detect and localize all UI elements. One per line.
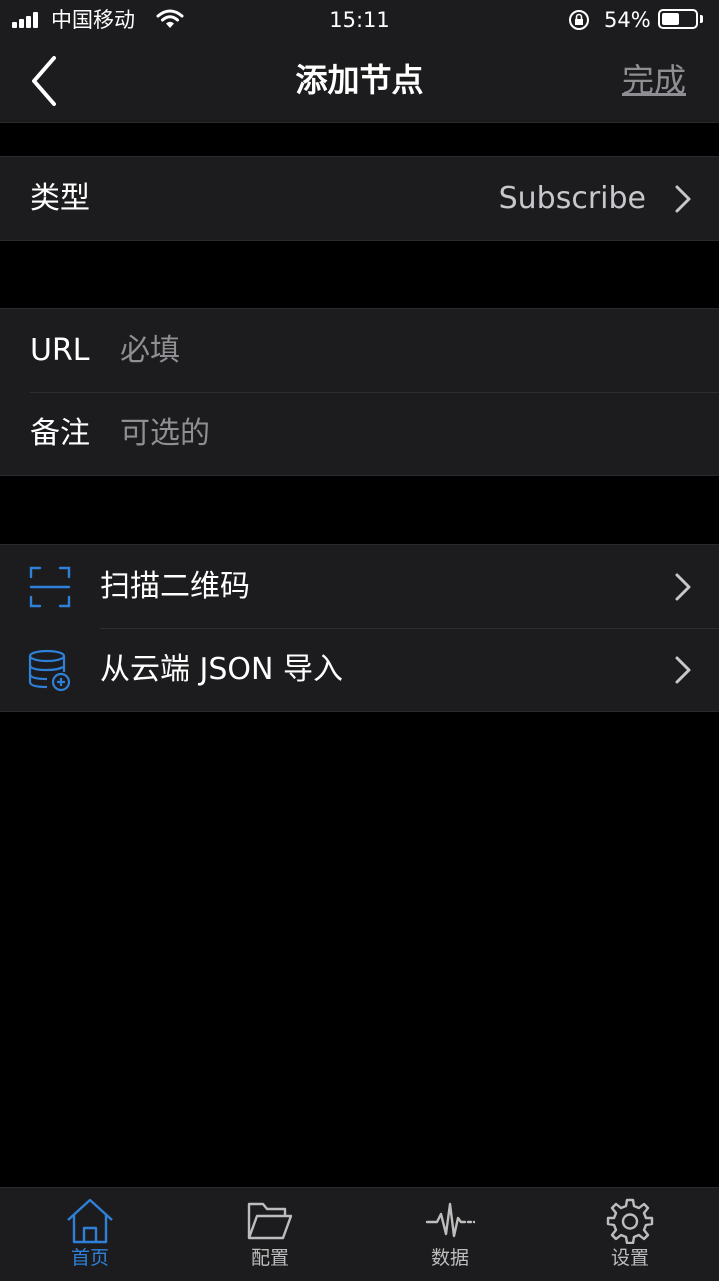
page-title: 添加节点 <box>295 61 424 99</box>
tab-label: 配置 <box>250 1247 289 1269</box>
remark-label: 备注 <box>30 416 90 451</box>
import-json-label: 从云端 JSON 导入 <box>100 652 344 687</box>
type-row[interactable]: 类型 Subscribe <box>0 157 719 240</box>
qr-scan-icon <box>29 566 71 608</box>
remark-input[interactable] <box>120 392 680 475</box>
tab-data[interactable]: 数据 <box>360 1188 540 1281</box>
battery-icon <box>658 9 698 29</box>
import-json-row[interactable]: 从云端 JSON 导入 <box>0 628 719 711</box>
tab-bar: 首页 配置 数据 设置 <box>0 1187 719 1281</box>
pulse-icon <box>425 1202 475 1238</box>
tab-config[interactable]: 配置 <box>180 1188 360 1281</box>
navigation-bar: 添加节点 完成 <box>0 40 719 123</box>
tab-label: 首页 <box>70 1247 109 1269</box>
url-input[interactable] <box>120 309 680 392</box>
done-button[interactable]: 完成 <box>622 60 686 100</box>
type-section: 类型 Subscribe <box>0 156 719 241</box>
battery-level-fill <box>662 13 679 25</box>
actions-section: 扫描二维码 从云端 JSON 导入 <box>0 544 719 712</box>
url-label: URL <box>30 333 90 368</box>
gear-icon <box>606 1198 654 1244</box>
scan-qr-label: 扫描二维码 <box>100 569 250 604</box>
tab-label: 设置 <box>610 1247 649 1269</box>
battery-nub <box>700 15 703 23</box>
chevron-right-icon <box>675 573 691 601</box>
battery-percentage: 54% <box>604 8 651 32</box>
tab-settings[interactable]: 设置 <box>540 1188 719 1281</box>
rotation-lock-icon <box>569 10 589 30</box>
type-value: Subscribe <box>498 181 646 216</box>
tab-home[interactable]: 首页 <box>0 1188 180 1281</box>
scan-qr-row[interactable]: 扫描二维码 <box>0 545 719 628</box>
tab-label: 数据 <box>430 1247 469 1269</box>
chevron-right-icon <box>675 185 691 213</box>
chevron-right-icon <box>675 656 691 684</box>
url-row: URL <box>0 309 719 392</box>
home-icon <box>67 1198 113 1244</box>
status-bar: 中国移动 15:11 54% <box>0 0 719 40</box>
type-label: 类型 <box>30 181 90 216</box>
chevron-left-icon[interactable] <box>26 54 66 108</box>
folder-icon <box>247 1202 293 1240</box>
database-add-icon <box>28 649 71 692</box>
remark-row: 备注 <box>0 392 719 475</box>
form-section: URL 备注 <box>0 308 719 476</box>
